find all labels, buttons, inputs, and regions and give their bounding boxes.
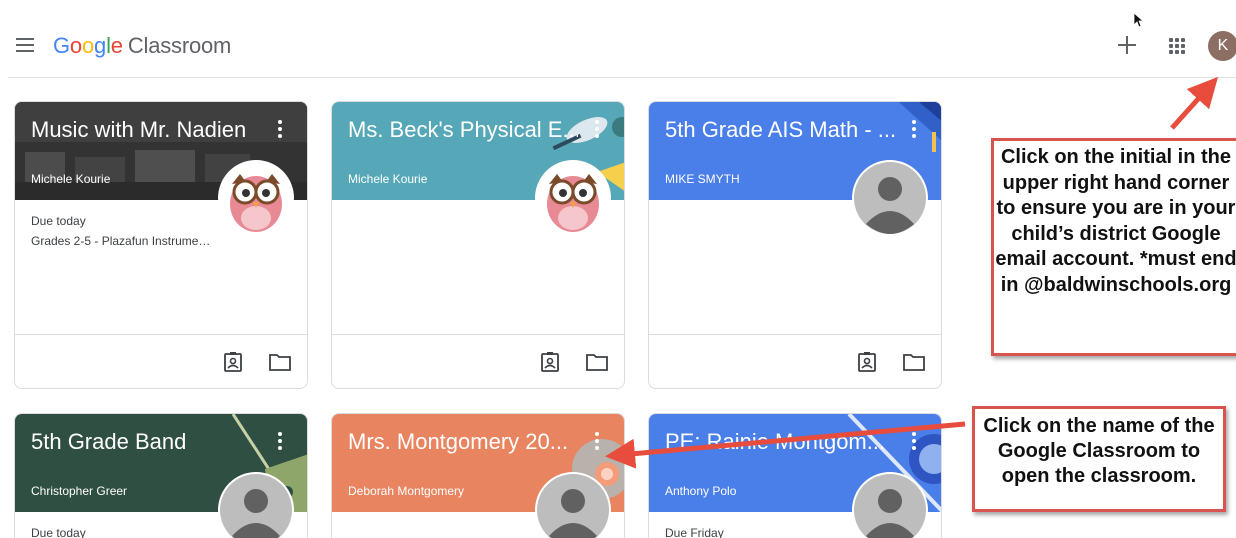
account-avatar-button[interactable]: K xyxy=(1208,31,1236,61)
class-title-link[interactable]: Music with Mr. Nadien xyxy=(31,117,261,143)
product-name: Classroom xyxy=(127,33,232,58)
person-placeholder-icon xyxy=(854,474,926,538)
class-card-footer xyxy=(649,334,941,388)
portfolio-icon[interactable] xyxy=(857,351,877,373)
class-card-footer xyxy=(15,334,307,388)
class-teacher-avatar xyxy=(852,160,928,236)
due-label: Due today xyxy=(31,526,86,538)
due-label: Due today xyxy=(31,214,86,228)
more-vert-icon[interactable] xyxy=(277,120,283,140)
logo-letter: o xyxy=(69,33,82,58)
google-classroom-logo[interactable]: Google Classroom xyxy=(53,33,231,59)
class-card-band[interactable]: 5th Grade Band Christopher Greer Due tod… xyxy=(14,413,308,538)
hamburger-menu-icon[interactable] xyxy=(16,38,36,54)
teacher-name: Michele Kourie xyxy=(348,172,428,186)
class-owl-avatar xyxy=(535,160,611,236)
arrow-to-avatar xyxy=(1170,76,1219,130)
class-card-footer xyxy=(332,334,624,388)
due-label: Due Friday xyxy=(665,526,724,538)
person-placeholder-icon xyxy=(537,474,609,538)
folder-icon[interactable] xyxy=(269,353,291,371)
teacher-name: Deborah Montgomery xyxy=(348,484,465,498)
apps-grid-icon[interactable] xyxy=(1169,38,1185,54)
class-owl-avatar xyxy=(218,160,294,236)
class-title-link[interactable]: Ms. Beck's Physical E... xyxy=(348,117,578,143)
class-card-pe-polo[interactable]: PE: Rainie Montgom... Anthony Polo Due F… xyxy=(648,413,942,538)
logo-letter: o xyxy=(81,33,95,58)
portfolio-icon[interactable] xyxy=(540,351,560,373)
logo-letter: e xyxy=(110,33,123,58)
class-teacher-avatar xyxy=(218,472,294,538)
class-title-link[interactable]: Mrs. Montgomery 20... xyxy=(348,429,578,455)
top-bar-divider xyxy=(8,77,1236,78)
more-vert-icon[interactable] xyxy=(594,432,600,452)
folder-icon[interactable] xyxy=(586,353,608,371)
teacher-name: Christopher Greer xyxy=(31,484,128,498)
class-title-link[interactable]: 5th Grade AIS Math - ... xyxy=(665,117,895,143)
logo-letter: g xyxy=(94,33,107,58)
class-card-montgomery[interactable]: Mrs. Montgomery 20... Deborah Montgomery xyxy=(331,413,625,538)
teacher-name: Michele Kourie xyxy=(31,172,111,186)
class-card-music[interactable]: Music with Mr. Nadien Michele Kourie Due… xyxy=(14,101,308,389)
person-placeholder-icon xyxy=(220,474,292,538)
callout-account-instructions: Click on the initial in the upper right … xyxy=(991,138,1236,356)
owl-icon xyxy=(230,174,282,232)
due-assignment-link[interactable]: Grades 2-5 - Plazafun Instrume… xyxy=(31,234,210,248)
folder-icon[interactable] xyxy=(903,353,925,371)
more-vert-icon[interactable] xyxy=(277,432,283,452)
class-teacher-avatar xyxy=(535,472,611,538)
owl-icon xyxy=(547,174,599,232)
class-teacher-avatar xyxy=(852,472,928,538)
person-placeholder-icon xyxy=(854,162,926,234)
class-title-link[interactable]: 5th Grade Band xyxy=(31,429,261,455)
class-title-link[interactable]: PE: Rainie Montgom... xyxy=(665,429,895,455)
callout-open-class-instructions: Click on the name of the Google Classroo… xyxy=(972,406,1226,512)
more-vert-icon[interactable] xyxy=(594,120,600,140)
class-card-physical-ed[interactable]: Ms. Beck's Physical E... Michele Kourie xyxy=(331,101,625,389)
more-vert-icon[interactable] xyxy=(911,120,917,140)
teacher-name: Anthony Polo xyxy=(665,484,737,498)
class-card-math[interactable]: 5th Grade AIS Math - ... MIKE SMYTH xyxy=(648,101,942,389)
mouse-cursor-icon xyxy=(1133,12,1143,28)
teacher-name: MIKE SMYTH xyxy=(665,172,740,186)
logo-letter: G xyxy=(53,33,70,58)
portfolio-icon[interactable] xyxy=(223,351,243,373)
top-bar: Google Classroom K xyxy=(0,0,1236,78)
more-vert-icon[interactable] xyxy=(911,432,917,452)
plus-icon[interactable] xyxy=(1116,34,1138,56)
